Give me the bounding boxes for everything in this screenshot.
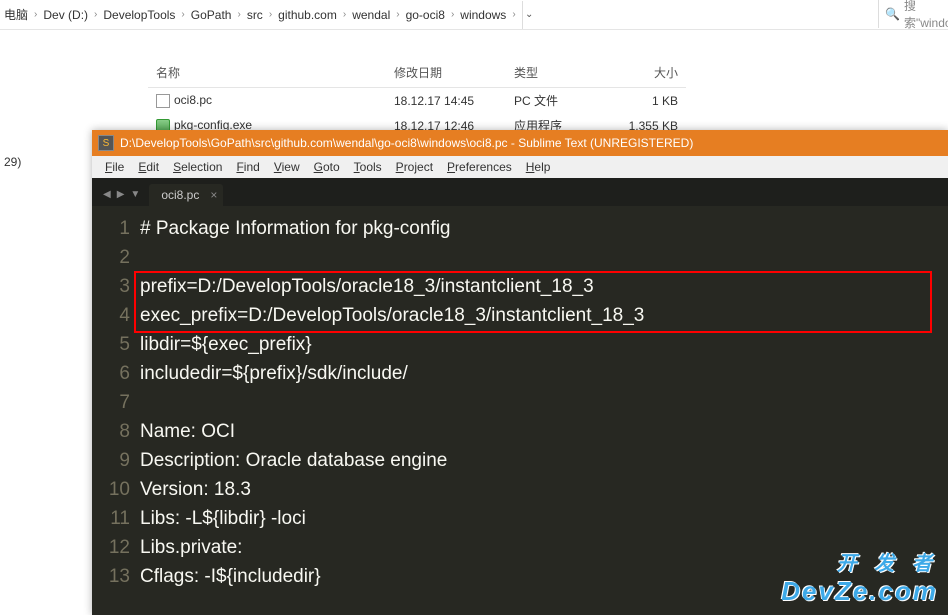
sublime-menubar[interactable]: FileEditSelectionFindViewGotoToolsProjec… xyxy=(92,156,948,178)
watermark: 开 发 者 DevZe.com xyxy=(781,547,938,607)
line-number: 10 xyxy=(92,475,130,504)
code-line[interactable]: Name: OCI xyxy=(140,417,948,446)
code-line[interactable]: # Package Information for pkg-config xyxy=(140,214,948,243)
col-date[interactable]: 修改日期 xyxy=(386,58,506,88)
gutter: 12345678910111213 xyxy=(92,206,140,591)
search-icon: 🔍 xyxy=(885,7,900,21)
breadcrumb[interactable]: 电脑›Dev (D:)›DevelopTools›GoPath›src›gith… xyxy=(0,0,948,30)
line-number: 11 xyxy=(92,504,130,533)
file-date: 18.12.17 14:45 xyxy=(386,88,506,114)
line-number: 5 xyxy=(92,330,130,359)
chevron-right-icon: › xyxy=(179,9,186,20)
table-row[interactable]: oci8.pc 18.12.17 14:45PC 文件1 KB xyxy=(148,88,686,114)
chevron-right-icon: › xyxy=(92,9,99,20)
line-number: 4 xyxy=(92,301,130,330)
tab-dropdown-icon[interactable]: ▼ xyxy=(127,189,143,206)
code-line[interactable]: Description: Oracle database engine xyxy=(140,446,948,475)
search-placeholder: 搜索"window xyxy=(904,0,948,31)
crumb-0[interactable]: 电脑 xyxy=(0,6,32,23)
menu-help[interactable]: Help xyxy=(519,160,558,174)
chevron-right-icon: › xyxy=(32,9,39,20)
sublime-title-text: D:\DevelopTools\GoPath\src\github.com\we… xyxy=(120,136,693,150)
editor[interactable]: 12345678910111213 # Package Information … xyxy=(92,206,948,591)
code-line[interactable]: includedir=${prefix}/sdk/include/ xyxy=(140,359,948,388)
col-size[interactable]: 大小 xyxy=(606,58,686,88)
crumb-2[interactable]: DevelopTools xyxy=(99,8,179,22)
tab-bar: ◀ ▶ ▼ oci8.pc × xyxy=(92,178,948,206)
highlight-box xyxy=(134,271,932,333)
line-number: 3 xyxy=(92,272,130,301)
crumb-8[interactable]: windows xyxy=(456,8,510,22)
menu-view[interactable]: View xyxy=(267,160,307,174)
chevron-right-icon: › xyxy=(341,9,348,20)
menu-project[interactable]: Project xyxy=(389,160,440,174)
sidebar-partial-text: 29) xyxy=(0,155,21,169)
search-input[interactable]: 🔍 搜索"window xyxy=(878,0,948,28)
menu-selection[interactable]: Selection xyxy=(166,160,229,174)
explorer-window: 电脑›Dev (D:)›DevelopTools›GoPath›src›gith… xyxy=(0,0,948,138)
code-line[interactable] xyxy=(140,388,948,417)
tab-next-icon[interactable]: ▶ xyxy=(114,189,128,206)
crumb-1[interactable]: Dev (D:) xyxy=(39,8,92,22)
line-number: 7 xyxy=(92,388,130,417)
menu-file[interactable]: File xyxy=(98,160,131,174)
sublime-titlebar[interactable]: S D:\DevelopTools\GoPath\src\github.com\… xyxy=(92,130,948,156)
code-line[interactable] xyxy=(140,243,948,272)
file-list: 名称 修改日期 类型 大小 oci8.pc 18.12.17 14:45PC 文件… xyxy=(0,30,948,138)
line-number: 2 xyxy=(92,243,130,272)
line-number: 8 xyxy=(92,417,130,446)
code-line[interactable]: Version: 18.3 xyxy=(140,475,948,504)
menu-goto[interactable]: Goto xyxy=(307,160,347,174)
chevron-right-icon: › xyxy=(510,9,517,20)
chevron-right-icon: › xyxy=(267,9,274,20)
code-line[interactable]: libdir=${exec_prefix} xyxy=(140,330,948,359)
line-number: 12 xyxy=(92,533,130,562)
tab-prev-icon[interactable]: ◀ xyxy=(100,189,114,206)
menu-preferences[interactable]: Preferences xyxy=(440,160,519,174)
code-area[interactable]: # Package Information for pkg-configpref… xyxy=(140,206,948,591)
sublime-window: S D:\DevelopTools\GoPath\src\github.com\… xyxy=(92,130,948,615)
crumb-6[interactable]: wendal xyxy=(348,8,394,22)
file-size: 1 KB xyxy=(606,88,686,114)
line-number: 6 xyxy=(92,359,130,388)
crumb-4[interactable]: src xyxy=(243,8,267,22)
breadcrumb-dropdown-icon[interactable]: ⌄ xyxy=(522,1,536,29)
chevron-right-icon: › xyxy=(235,9,242,20)
col-name[interactable]: 名称 xyxy=(148,58,386,88)
tab-label: oci8.pc xyxy=(161,188,199,202)
chevron-right-icon: › xyxy=(394,9,401,20)
menu-tools[interactable]: Tools xyxy=(347,160,389,174)
file-icon xyxy=(156,94,170,108)
line-number: 13 xyxy=(92,562,130,591)
file-name: oci8.pc xyxy=(174,93,212,107)
tab-file[interactable]: oci8.pc × xyxy=(149,184,223,206)
menu-find[interactable]: Find xyxy=(229,160,266,174)
line-number: 1 xyxy=(92,214,130,243)
watermark-en: DevZe.com xyxy=(781,576,938,606)
line-number: 9 xyxy=(92,446,130,475)
crumb-5[interactable]: github.com xyxy=(274,8,341,22)
chevron-right-icon: › xyxy=(449,9,456,20)
file-type: PC 文件 xyxy=(506,88,606,114)
crumb-3[interactable]: GoPath xyxy=(187,8,236,22)
column-headers[interactable]: 名称 修改日期 类型 大小 xyxy=(148,58,686,88)
menu-edit[interactable]: Edit xyxy=(131,160,166,174)
sublime-logo-icon: S xyxy=(98,135,114,151)
crumb-7[interactable]: go-oci8 xyxy=(402,8,449,22)
col-type[interactable]: 类型 xyxy=(506,58,606,88)
code-line[interactable]: Libs: -L${libdir} -loci xyxy=(140,504,948,533)
close-icon[interactable]: × xyxy=(210,188,217,202)
watermark-cn: 开 发 者 xyxy=(781,547,938,576)
